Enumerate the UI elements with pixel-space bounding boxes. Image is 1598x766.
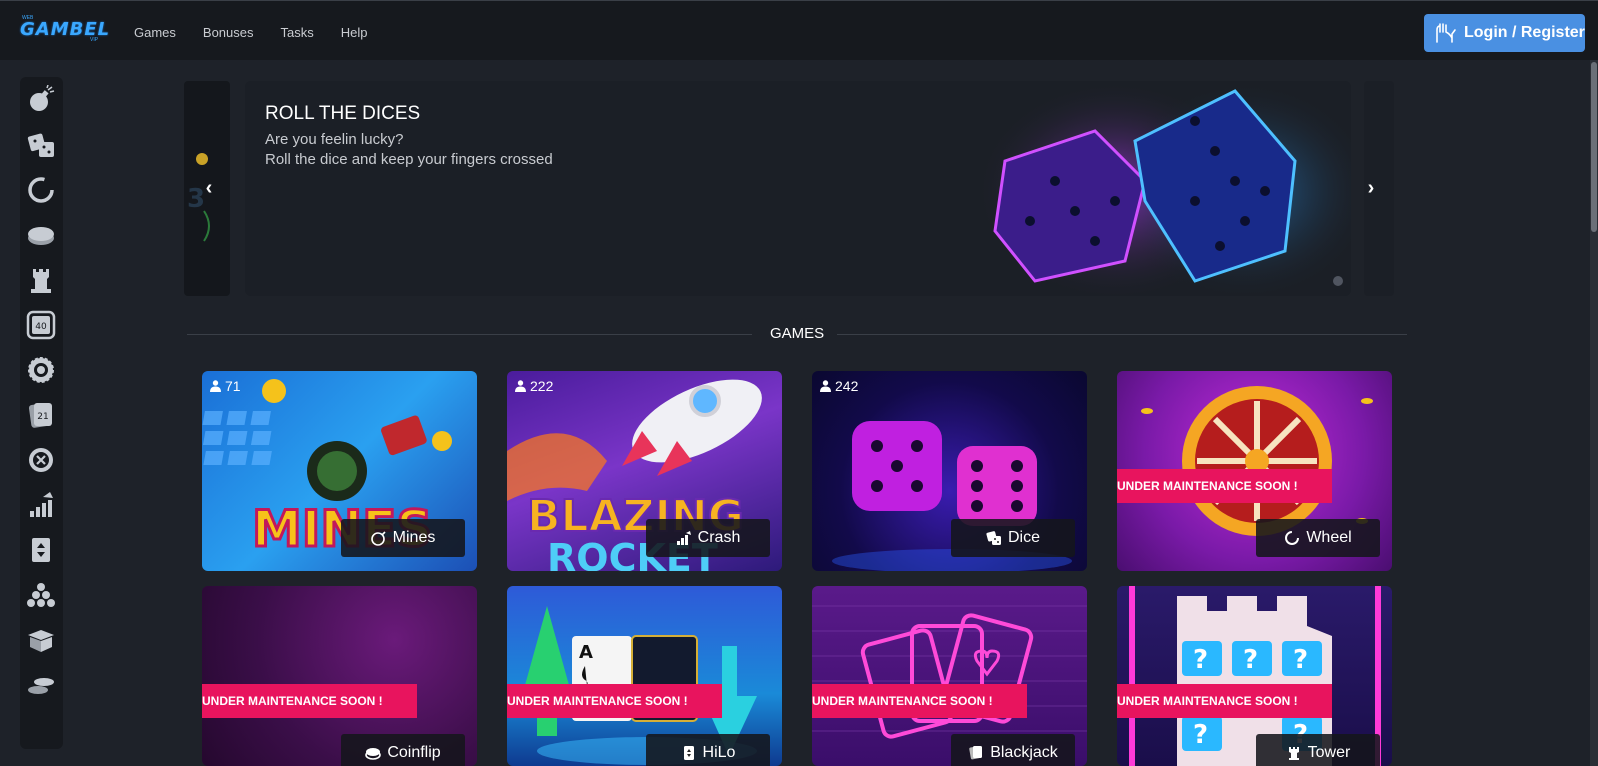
login-register-label: Login / Register xyxy=(1464,24,1585,41)
svg-text:A: A xyxy=(579,642,593,663)
page-scrollbar[interactable] xyxy=(1590,60,1598,766)
section-divider-right xyxy=(837,334,1407,335)
coin-icon xyxy=(365,748,382,760)
game-label-dice[interactable]: Dice xyxy=(951,519,1075,557)
svg-text:21: 21 xyxy=(37,412,48,422)
game-sidebar: 40 21 xyxy=(20,77,63,749)
game-name: Wheel xyxy=(1306,529,1352,546)
user-icon xyxy=(515,380,526,392)
game-card-mines[interactable]: MINES 71 Mines xyxy=(202,371,477,571)
coinflip-stack-icon[interactable] xyxy=(24,668,58,702)
player-count-value: 71 xyxy=(225,378,241,394)
top-header: WEB GAMBEL VIP Games Bonuses Tasks Help … xyxy=(0,0,1598,60)
blackjack-card-icon[interactable]: 21 xyxy=(24,398,58,432)
maintenance-banner: UNDER MAINTENANCE SOON ! xyxy=(1117,684,1332,718)
maintenance-banner: UNDER MAINTENANCE SOON ! xyxy=(812,684,1027,718)
nav-bonuses[interactable]: Bonuses xyxy=(203,25,254,40)
game-label-crash[interactable]: Crash xyxy=(646,519,770,557)
tower-icon xyxy=(1288,747,1299,760)
hilo-card-icon[interactable] xyxy=(24,533,58,567)
promo-carousel: 3 ROLL THE DICES Are you feelin lucky? R… xyxy=(184,81,1394,296)
wheel-icon xyxy=(1285,531,1300,545)
maintenance-banner: UNDER MAINTENANCE SOON ! xyxy=(1117,469,1332,503)
game-name: HiLo xyxy=(702,744,736,761)
wheel-icon[interactable] xyxy=(24,173,58,207)
game-label-hilo[interactable]: HiLo xyxy=(646,734,770,766)
svg-text:40: 40 xyxy=(35,322,47,332)
slide-subtitle-1: Are you feelin lucky? xyxy=(265,131,404,148)
tower-icon[interactable] xyxy=(24,263,58,297)
game-card-blackjack[interactable]: UNDER MAINTENANCE SOON ! Blackjack xyxy=(812,586,1087,766)
dice-icon xyxy=(986,531,1001,545)
logo-vip-text: VIP xyxy=(90,37,99,43)
user-icon xyxy=(210,380,221,392)
dice-icon[interactable] xyxy=(24,128,58,162)
game-name: Tower xyxy=(1307,744,1351,761)
scrollbar-thumb[interactable] xyxy=(1591,62,1597,232)
blackjack-card-icon xyxy=(969,746,983,760)
hilo-card-icon xyxy=(683,746,694,760)
hands-icon xyxy=(1436,23,1456,43)
carousel-dot-1[interactable] xyxy=(1333,276,1343,286)
game-name: Dice xyxy=(1007,529,1040,546)
game-card-dice[interactable]: 242 Dice xyxy=(812,371,1087,571)
keno-icon[interactable]: 40 xyxy=(24,308,58,342)
game-name: Mines xyxy=(392,529,436,546)
game-card-wheel[interactable]: UNDER MAINTENANCE SOON ! Wheel xyxy=(1117,371,1392,571)
bomb-icon xyxy=(370,531,386,546)
login-register-button[interactable]: Login / Register xyxy=(1424,14,1585,52)
game-name: Crash xyxy=(697,529,741,546)
crash-chart-icon xyxy=(676,531,691,545)
coin-icon[interactable] xyxy=(24,218,58,252)
carousel-dots xyxy=(1333,276,1351,286)
game-card-crash[interactable]: BLAZING ROCKET 222 Crash xyxy=(507,371,782,571)
player-count: 71 xyxy=(210,378,241,394)
maintenance-banner: UNDER MAINTENANCE SOON ! xyxy=(507,684,722,718)
carousel-next-arrow[interactable]: › xyxy=(1361,173,1381,203)
game-label-mines[interactable]: Mines xyxy=(341,519,465,557)
game-name: Blackjack xyxy=(990,744,1058,761)
carousel-active-slide[interactable]: ROLL THE DICES Are you feelin lucky? Rol… xyxy=(245,81,1351,296)
game-name: Coinflip xyxy=(387,744,441,761)
game-card-coinflip[interactable]: UNDER MAINTENANCE SOON ! Coinflip xyxy=(202,586,477,766)
game-label-wheel[interactable]: Wheel xyxy=(1256,519,1380,557)
nav-games[interactable]: Games xyxy=(134,25,176,40)
section-divider-left xyxy=(187,334,752,335)
player-count: 242 xyxy=(820,378,858,394)
player-count-value: 242 xyxy=(835,378,859,394)
gambel-logo[interactable]: WEB GAMBEL VIP xyxy=(18,13,109,47)
nav-help[interactable]: Help xyxy=(341,25,368,40)
plinko-icon[interactable] xyxy=(24,578,58,612)
circle-x-icon[interactable] xyxy=(24,443,58,477)
maintenance-banner: UNDER MAINTENANCE SOON ! xyxy=(202,684,417,718)
svg-text:?: ? xyxy=(1243,645,1258,675)
carousel-prev-arrow[interactable]: ‹ xyxy=(199,173,219,203)
main-nav: Games Bonuses Tasks Help xyxy=(134,25,394,40)
game-label-coinflip[interactable]: Coinflip xyxy=(341,734,465,766)
game-card-hilo[interactable]: A UNDER MAINTENANCE SOON ! HiLo xyxy=(507,586,782,766)
slide-title: ROLL THE DICES xyxy=(265,103,421,124)
player-count-value: 222 xyxy=(530,378,554,394)
crash-chart-icon[interactable] xyxy=(24,488,58,522)
games-section-header: GAMES xyxy=(187,322,1407,346)
game-label-blackjack[interactable]: Blackjack xyxy=(951,734,1075,766)
user-icon xyxy=(820,380,831,392)
svg-text:?: ? xyxy=(1193,720,1208,750)
game-card-tower[interactable]: ????? UNDER MAINTENANCE SOON ! Tower xyxy=(1117,586,1392,766)
game-label-tower[interactable]: Tower xyxy=(1256,734,1380,766)
nav-tasks[interactable]: Tasks xyxy=(281,25,314,40)
player-count: 222 xyxy=(515,378,553,394)
case-box-icon[interactable] xyxy=(24,623,58,657)
slide-subtitle-2: Roll the dice and keep your fingers cros… xyxy=(265,151,553,168)
roulette-wheel-icon[interactable] xyxy=(24,353,58,387)
svg-text:?: ? xyxy=(1293,645,1308,675)
games-section-title: GAMES xyxy=(770,325,825,342)
svg-text:?: ? xyxy=(1193,645,1208,675)
bomb-icon[interactable] xyxy=(24,83,58,117)
neon-dice-image xyxy=(975,81,1351,296)
